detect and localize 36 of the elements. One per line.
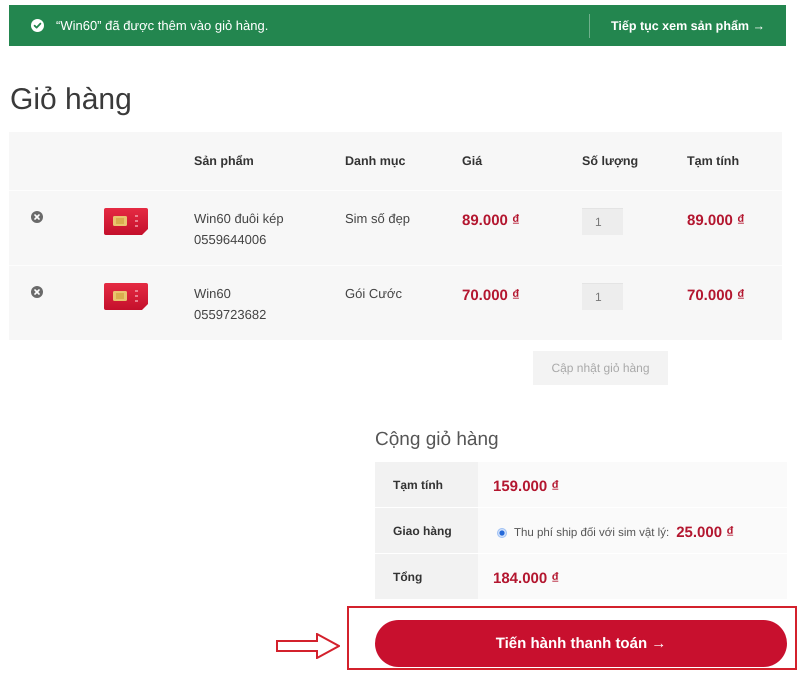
totals-label: Giao hàng xyxy=(393,524,452,538)
product-name[interactable]: Win60 xyxy=(194,283,345,304)
product-name[interactable]: Win60 đuôi kép xyxy=(194,208,345,229)
amount-value: 184.000 ₫ xyxy=(493,569,560,589)
quantity-field[interactable]: 1 xyxy=(582,208,623,235)
success-message: “Win60” đã được thêm vào giỏ hàng. xyxy=(56,18,270,33)
category-cell-text: Gói Cước xyxy=(345,285,403,303)
sim-card-icon xyxy=(104,208,148,235)
quantity-field[interactable]: 1 xyxy=(582,283,623,310)
cart-totals-title: Cộng giỏ hàng xyxy=(375,428,500,452)
amount-value: 159.000 ₫ xyxy=(493,477,560,497)
shipping-option-label[interactable]: Thu phí ship đối với sim vật lý: xyxy=(514,527,670,539)
sim-card-icon xyxy=(104,283,148,310)
remove-icon[interactable] xyxy=(31,286,43,298)
right-arrow-icon xyxy=(276,633,340,659)
column-header: Tạm tính xyxy=(687,154,740,168)
category-cell-text: Sim số đẹp xyxy=(345,210,412,228)
phone-number: 0559723682 xyxy=(194,306,268,324)
remove-icon[interactable] xyxy=(31,211,43,223)
subtotal-cell-text: 70.000 ₫ xyxy=(687,286,746,306)
phone-number: 0559644006 xyxy=(194,231,268,249)
continue-shopping-link[interactable]: Tiếp tục xem sản phẩm → xyxy=(611,18,765,32)
subtotal-cell-text: 89.000 ₫ xyxy=(687,211,746,231)
checkout-button[interactable]: Tiến hành thanh toán → xyxy=(375,620,787,667)
check-circle-icon xyxy=(31,19,44,32)
page-title: Giỏ hàng xyxy=(10,82,133,118)
totals-label: Tạm tính xyxy=(393,478,443,492)
shipping-price: 25.000 ₫ xyxy=(676,523,734,543)
radio-button[interactable] xyxy=(497,528,507,538)
column-header: Sản phẩm xyxy=(194,154,255,168)
price-cell-text: 70.000 ₫ xyxy=(462,286,521,306)
totals-label: Tổng xyxy=(393,570,422,584)
column-header: Giá xyxy=(462,154,484,168)
column-header: Số lượng xyxy=(582,154,640,168)
column-header: Danh mục xyxy=(345,154,406,168)
price-cell-text: 89.000 ₫ xyxy=(462,211,521,231)
